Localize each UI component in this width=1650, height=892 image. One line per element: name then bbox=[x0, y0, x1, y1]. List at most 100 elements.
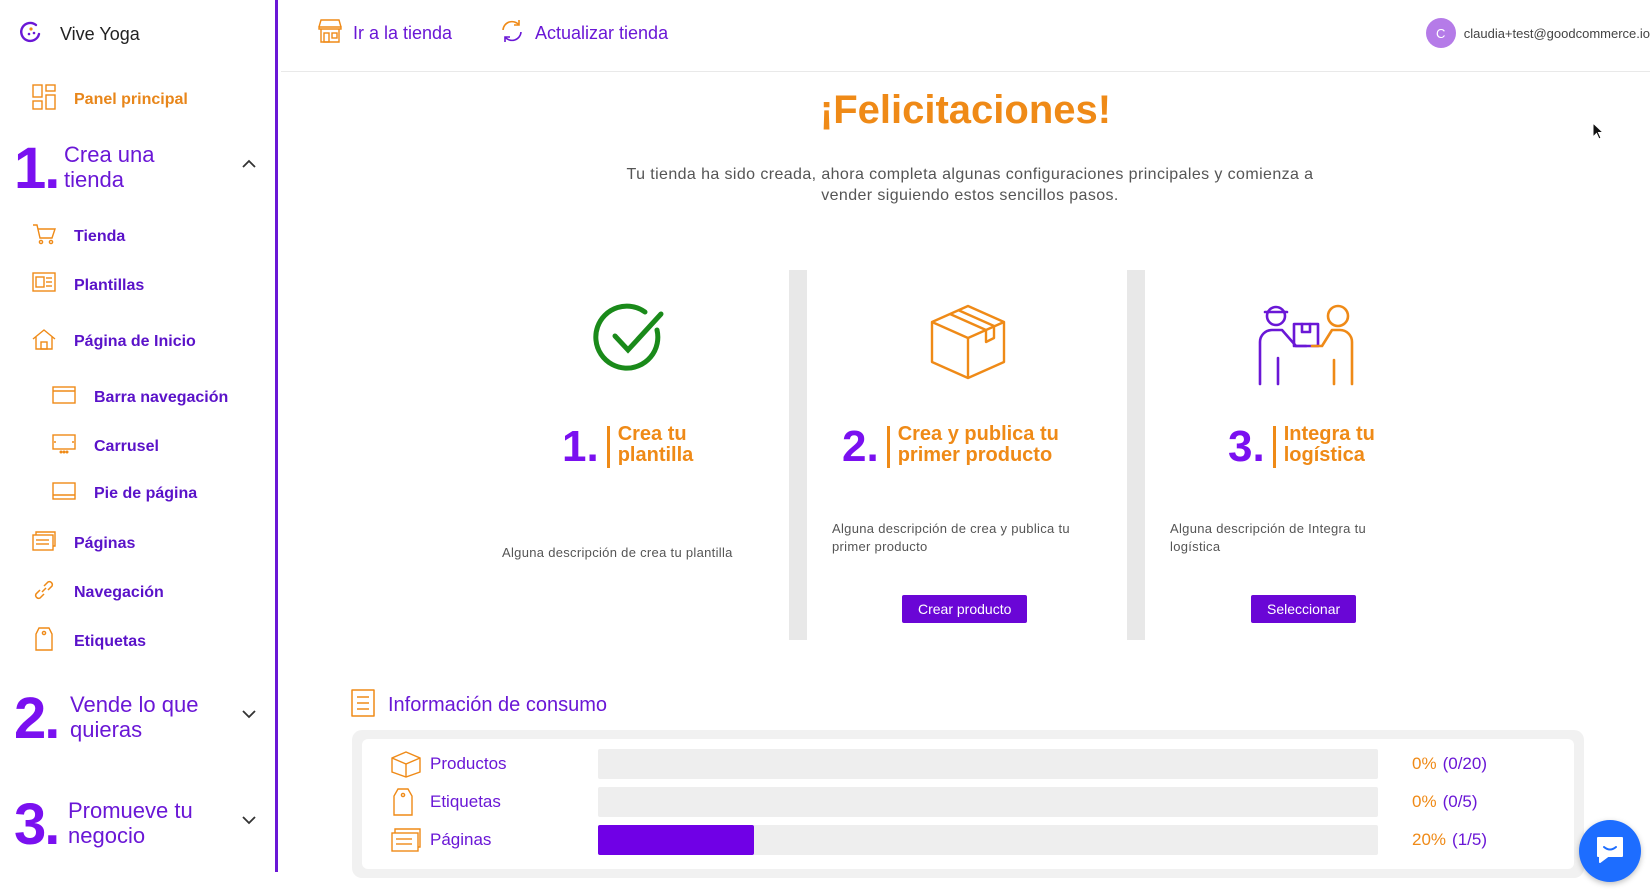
sidebar-item-pie-pagina[interactable]: Pie de página bbox=[52, 482, 197, 505]
chat-button[interactable] bbox=[1579, 820, 1641, 882]
footer-icon bbox=[52, 482, 76, 505]
sidebar-item-label: Páginas bbox=[74, 534, 136, 552]
sidebar-item-label: Etiquetas bbox=[74, 632, 147, 650]
sidebar-section-sell[interactable]: 2. Vende lo que quieras bbox=[14, 686, 264, 751]
sidebar-item-label: Página de Inicio bbox=[74, 332, 196, 350]
step-description: Alguna descripción de Integra tu logísti… bbox=[1170, 521, 1367, 554]
tag-icon bbox=[32, 626, 56, 657]
link-icon bbox=[32, 578, 56, 607]
step-divider bbox=[789, 270, 807, 640]
usage-percent: 0% bbox=[1412, 792, 1437, 811]
sidebar-item-label: Plantillas bbox=[74, 276, 145, 294]
step-card-3: 3. Integra tu logística Alguna descripci… bbox=[1146, 270, 1466, 640]
section-title: Promueve tu negocio bbox=[68, 798, 193, 848]
pages-icon bbox=[390, 827, 424, 853]
sidebar: Vive Yoga Panel principal 1. Crea una ti… bbox=[0, 0, 278, 872]
pages-icon bbox=[32, 530, 56, 557]
page-title: ¡Felicitaciones! bbox=[819, 88, 1112, 132]
chevron-down-icon[interactable] bbox=[242, 706, 256, 724]
usage-row-etiquetas: Etiquetas 0% (0/5) bbox=[390, 787, 1560, 817]
sidebar-item-tienda[interactable]: Tienda bbox=[32, 222, 125, 251]
box-icon bbox=[390, 750, 424, 778]
sidebar-item-label: Panel principal bbox=[74, 90, 188, 108]
section-number: 3. bbox=[14, 792, 60, 857]
sidebar-item-label: Barra navegación bbox=[94, 388, 229, 406]
storefront-icon bbox=[317, 18, 343, 49]
section-number: 1. bbox=[14, 136, 60, 201]
step-title-text: Crea tu plantilla bbox=[617, 423, 694, 466]
brand-logo-icon bbox=[18, 20, 42, 49]
carousel-icon bbox=[52, 434, 76, 459]
step-divider bbox=[1127, 270, 1145, 640]
check-icon bbox=[593, 302, 667, 381]
sidebar-item-plantillas[interactable]: Plantillas bbox=[32, 272, 144, 299]
usage-title: Información de consumo bbox=[388, 694, 608, 716]
usage-percent: 20% bbox=[1412, 830, 1447, 849]
update-store-link[interactable]: Actualizar tienda bbox=[499, 18, 668, 49]
usage-row-productos: Productos 0% (0/20) bbox=[390, 749, 1560, 779]
usage-count: (0/20) bbox=[1442, 754, 1487, 773]
step-title-text: Integra tu logística bbox=[1283, 423, 1375, 466]
step-description: Alguna descripción de crea y publica tu … bbox=[832, 521, 1070, 554]
go-to-store-link[interactable]: Ir a la tienda bbox=[317, 18, 452, 49]
sidebar-item-dashboard[interactable]: Panel principal bbox=[32, 84, 188, 115]
navbar-icon bbox=[52, 386, 76, 409]
home-icon bbox=[32, 328, 56, 355]
step-title: 2. Crea y publica tu primer producto bbox=[842, 424, 1098, 470]
avatar[interactable]: C bbox=[1425, 18, 1456, 48]
sidebar-item-carrusel[interactable]: Carrusel bbox=[52, 434, 159, 459]
step-title-text: Crea y publica tu primer producto bbox=[897, 423, 1059, 466]
page-subtitle: Tu tienda ha sido creada, ahora completa… bbox=[626, 166, 1314, 204]
usage-panel: Productos 0% (0/20) Etiquetas 0% (0/5) P… bbox=[352, 730, 1584, 878]
step-number: 1. bbox=[562, 422, 599, 471]
store-name: Vive Yoga bbox=[60, 24, 140, 44]
user-menu[interactable]: C claudia+test@goodcommerce.io bbox=[1425, 18, 1650, 48]
step-title-bar bbox=[1272, 426, 1276, 468]
usage-count: (1/5) bbox=[1452, 830, 1487, 849]
refresh-icon bbox=[499, 18, 525, 49]
chat-bubble-icon bbox=[1594, 834, 1626, 869]
step-title: 3. Integra tu logística bbox=[1228, 424, 1394, 470]
step-card-1: 1. Crea tu plantilla Alguna descripción … bbox=[470, 270, 790, 640]
usage-name: Productos bbox=[430, 754, 507, 773]
user-email: claudia+test@goodcommerce.io bbox=[1463, 25, 1650, 41]
usage-count: (0/5) bbox=[1442, 792, 1478, 811]
dashboard-icon bbox=[32, 84, 56, 115]
tag-icon bbox=[390, 787, 424, 817]
select-logistics-button[interactable]: Seleccionar bbox=[1251, 595, 1357, 623]
sidebar-item-label: Navegación bbox=[74, 583, 164, 601]
sidebar-item-navegacion[interactable]: Navegación bbox=[32, 578, 164, 607]
sidebar-item-label: Tienda bbox=[74, 227, 126, 245]
go-to-store-label: Ir a la tienda bbox=[353, 23, 453, 43]
section-title: Crea una tienda bbox=[64, 142, 155, 192]
chevron-up-icon[interactable] bbox=[242, 156, 256, 174]
sidebar-item-barra-navegacion[interactable]: Barra navegación bbox=[52, 386, 228, 409]
sidebar-section-create-store[interactable]: 1. Crea una tienda bbox=[14, 136, 264, 201]
step-title-bar bbox=[606, 426, 610, 468]
usage-name: Etiquetas bbox=[430, 792, 501, 811]
app-root: Vive Yoga Panel principal 1. Crea una ti… bbox=[0, 0, 1650, 892]
usage-progress-fill bbox=[598, 825, 754, 855]
usage-percent: 0% bbox=[1412, 754, 1437, 773]
box-icon bbox=[928, 302, 1008, 387]
usage-progress-bar bbox=[598, 787, 1378, 817]
sidebar-item-pagina-inicio[interactable]: Página de Inicio bbox=[32, 328, 196, 355]
create-product-button[interactable]: Crear producto bbox=[902, 595, 1028, 623]
sidebar-item-paginas[interactable]: Páginas bbox=[32, 530, 135, 557]
sidebar-section-promote[interactable]: 3. Promueve tu negocio bbox=[14, 792, 264, 857]
step-title-bar bbox=[886, 426, 890, 468]
step-card-2: 2. Crea y publica tu primer producto Alg… bbox=[808, 270, 1128, 640]
step-number: 3. bbox=[1228, 422, 1265, 471]
usage-progress-bar bbox=[598, 749, 1378, 779]
usage-list: Productos 0% (0/20) Etiquetas 0% (0/5) P… bbox=[362, 739, 1574, 869]
step-description: Alguna descripción de crea tu plantilla bbox=[502, 545, 733, 560]
delivery-icon bbox=[1256, 302, 1356, 391]
section-title: Vende lo que quieras bbox=[70, 692, 199, 742]
section-number: 2. bbox=[14, 686, 60, 751]
chevron-down-icon[interactable] bbox=[242, 812, 256, 830]
brand[interactable]: Vive Yoga bbox=[18, 20, 140, 49]
usage-header: Información de consumo bbox=[350, 688, 607, 723]
usage-progress-bar bbox=[598, 825, 1378, 855]
sidebar-item-etiquetas[interactable]: Etiquetas bbox=[32, 626, 146, 657]
topbar: Ir a la tienda Actualizar tienda C claud… bbox=[281, 0, 1650, 72]
